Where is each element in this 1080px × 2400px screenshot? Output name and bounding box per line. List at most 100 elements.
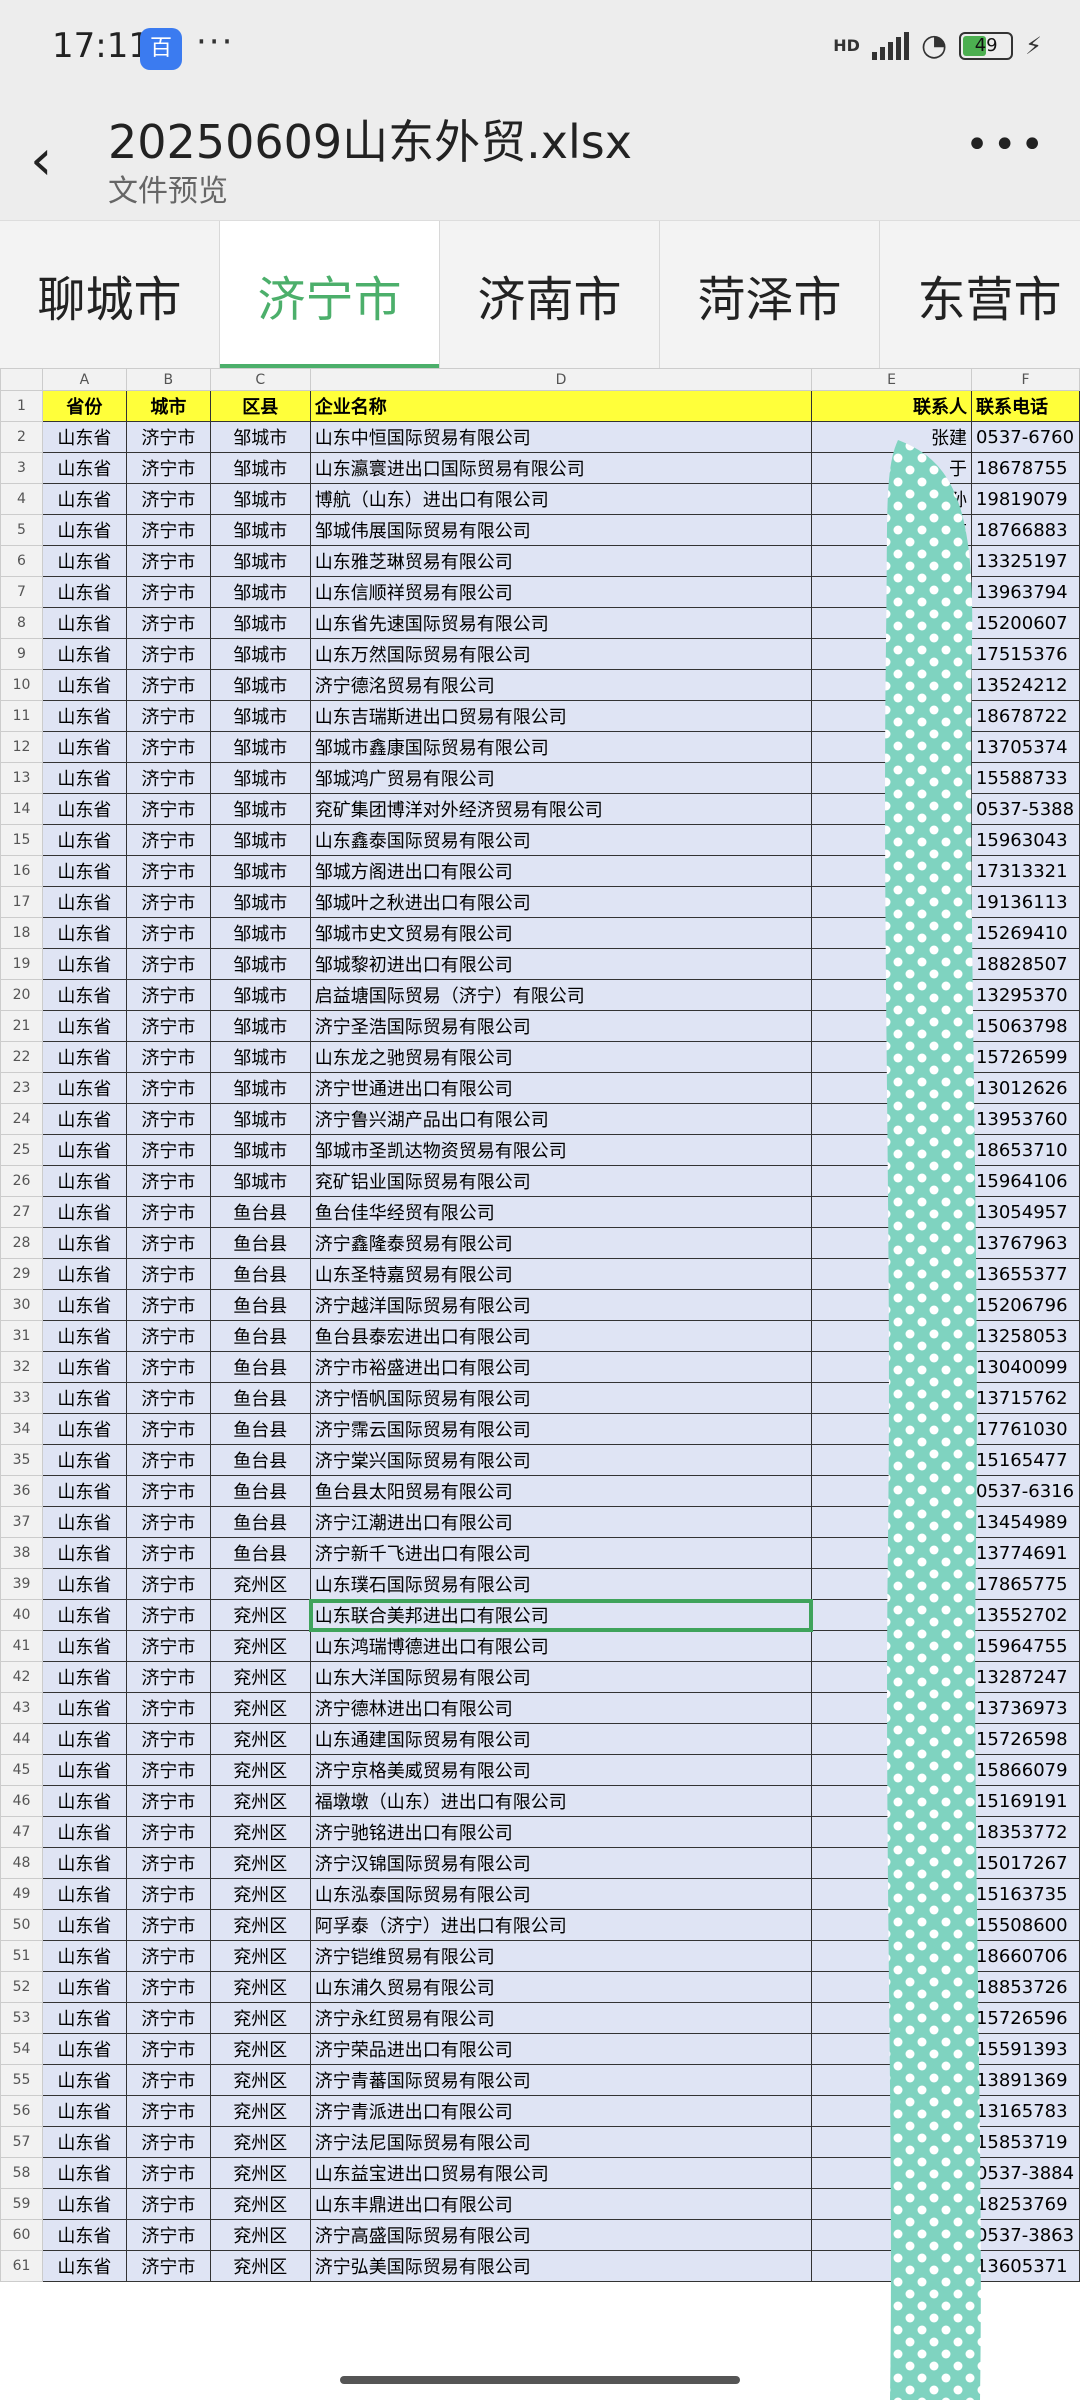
table-cell[interactable]: 兖州区: [209, 1661, 311, 1693]
row-number[interactable]: 13: [0, 762, 43, 794]
table-cell[interactable]: 邹城市: [209, 452, 311, 484]
table-cell[interactable]: 徐: [811, 545, 972, 577]
row-number[interactable]: 58: [0, 2157, 43, 2189]
table-cell[interactable]: 济宁市: [125, 1444, 211, 1476]
table-cell[interactable]: 兖州区: [209, 1754, 311, 1786]
table-cell[interactable]: 15200607: [970, 607, 1080, 639]
table-cell[interactable]: 山东龙之驰贸易有限公司: [309, 1041, 813, 1073]
table-cell[interactable]: 张: [811, 1568, 972, 1600]
table-cell[interactable]: 兖州区: [209, 2188, 311, 2220]
table-cell[interactable]: 济宁法尼国际贸易有限公司: [309, 2126, 813, 2158]
table-cell[interactable]: 邹城鸿广贸易有限公司: [309, 762, 813, 794]
table-cell[interactable]: 王: [811, 2064, 972, 2096]
table-cell[interactable]: 山东璞石国际贸易有限公司: [309, 1568, 813, 1600]
table-cell[interactable]: 15963043: [970, 824, 1080, 856]
table-cell[interactable]: 济宁市: [125, 2157, 211, 2189]
table-cell[interactable]: 15169191: [970, 1785, 1080, 1817]
table-cell[interactable]: 山东省: [41, 948, 127, 980]
table-cell[interactable]: 山东省: [41, 2250, 127, 2282]
table-cell[interactable]: 山东省: [41, 979, 127, 1011]
column-letter[interactable]: E: [811, 368, 972, 391]
row-number[interactable]: 41: [0, 1630, 43, 1662]
table-cell[interactable]: 济宁市: [125, 452, 211, 484]
row-number[interactable]: 11: [0, 700, 43, 732]
table-cell[interactable]: 济宁市: [125, 1072, 211, 1104]
table-cell[interactable]: 邹城市鑫康国际贸易有限公司: [309, 731, 813, 763]
table-cell[interactable]: 济宁市: [125, 1754, 211, 1786]
table-cell[interactable]: 济宁市: [125, 1041, 211, 1073]
table-cell[interactable]: 济宁市: [125, 1661, 211, 1693]
table-cell[interactable]: 山东丰鼎进出口有限公司: [309, 2188, 813, 2220]
table-cell[interactable]: 济宁市: [125, 1630, 211, 1662]
table-cell[interactable]: 邹城叶之秋进出口有限公司: [309, 886, 813, 918]
table-cell[interactable]: 山东省: [41, 2157, 127, 2189]
table-cell[interactable]: 济宁市: [125, 1971, 211, 2003]
table-cell[interactable]: 15163735: [970, 1878, 1080, 1910]
table-cell[interactable]: 15165477: [970, 1444, 1080, 1476]
table-cell[interactable]: 山东省: [41, 762, 127, 794]
table-cell[interactable]: 山东省: [41, 669, 127, 701]
row-number[interactable]: 26: [0, 1165, 43, 1197]
corner-cell[interactable]: [0, 368, 43, 391]
table-cell[interactable]: 15508600: [970, 1909, 1080, 1941]
table-cell[interactable]: 济宁霈云国际贸易有限公司: [309, 1413, 813, 1445]
table-cell[interactable]: 济宁江潮进出口有限公司: [309, 1506, 813, 1538]
table-cell[interactable]: 13605371: [970, 2250, 1080, 2282]
table-cell[interactable]: 兖州区: [209, 1723, 311, 1755]
table-cell[interactable]: 山东中恒国际贸易有限公司: [309, 421, 813, 453]
table-cell[interactable]: 济宁市: [125, 824, 211, 856]
table-cell[interactable]: 13715762: [970, 1382, 1080, 1414]
table-cell[interactable]: 邹城市: [209, 1165, 311, 1197]
table-cell[interactable]: 鱼台县: [209, 1196, 311, 1228]
table-cell[interactable]: 兖州区: [209, 2219, 311, 2251]
row-number[interactable]: 22: [0, 1041, 43, 1073]
table-cell[interactable]: 15588733: [970, 762, 1080, 794]
row-number[interactable]: 52: [0, 1971, 43, 2003]
table-cell[interactable]: 鱼台县: [209, 1289, 311, 1321]
table-cell[interactable]: 济宁市: [125, 514, 211, 546]
table-cell[interactable]: 鱼台县: [209, 1258, 311, 1290]
table-cell[interactable]: 13552702: [970, 1599, 1080, 1631]
row-number[interactable]: 38: [0, 1537, 43, 1569]
table-cell[interactable]: 山东省: [41, 576, 127, 608]
table-cell[interactable]: 济宁市: [125, 1134, 211, 1166]
table-cell[interactable]: 高: [811, 2219, 972, 2251]
table-cell[interactable]: 兖州区: [209, 2126, 311, 2158]
table-cell[interactable]: 兖州区: [209, 2250, 311, 2282]
table-cell[interactable]: 柳: [811, 638, 972, 670]
table-cell[interactable]: 15726598: [970, 1723, 1080, 1755]
table-cell[interactable]: 邹城市: [209, 917, 311, 949]
table-cell[interactable]: 山东省: [41, 1227, 127, 1259]
table-cell[interactable]: 山东圣特嘉贸易有限公司: [309, 1258, 813, 1290]
sheet-tab[interactable]: 菏泽市: [660, 221, 880, 369]
header-cell[interactable]: 联系人: [811, 390, 972, 422]
table-cell[interactable]: 邹城市: [209, 886, 311, 918]
table-cell[interactable]: 山东鑫泰国际贸易有限公司: [309, 824, 813, 856]
table-cell[interactable]: 济宁市: [125, 1785, 211, 1817]
table-cell[interactable]: 济宁市: [125, 2002, 211, 2034]
table-cell[interactable]: 邹城市史文贸易有限公司: [309, 917, 813, 949]
table-cell[interactable]: 济宁市: [125, 1816, 211, 1848]
table-cell[interactable]: 兖州区: [209, 2033, 311, 2065]
header-cell[interactable]: 企业名称: [309, 390, 813, 422]
row-number[interactable]: 10: [0, 669, 43, 701]
column-letter[interactable]: F: [970, 368, 1080, 391]
table-cell[interactable]: 朱: [811, 2002, 972, 2034]
row-number[interactable]: 48: [0, 1847, 43, 1879]
table-cell[interactable]: 邹城市: [209, 607, 311, 639]
row-number[interactable]: 20: [0, 979, 43, 1011]
table-cell[interactable]: 18853726: [970, 1971, 1080, 2003]
table-cell[interactable]: 邹城市: [209, 762, 311, 794]
table-cell[interactable]: 山东省: [41, 2064, 127, 2096]
table-cell[interactable]: 济宁市: [125, 1196, 211, 1228]
table-cell[interactable]: 济宁市: [125, 1289, 211, 1321]
row-number[interactable]: 27: [0, 1196, 43, 1228]
table-cell[interactable]: 济宁市: [125, 1878, 211, 1910]
table-cell[interactable]: 山东省: [41, 1661, 127, 1693]
row-number[interactable]: 42: [0, 1661, 43, 1693]
table-cell[interactable]: 济宁市: [125, 948, 211, 980]
table-cell[interactable]: 兖州区: [209, 2095, 311, 2127]
table-cell[interactable]: 山东省: [41, 2095, 127, 2127]
table-cell[interactable]: [811, 917, 972, 949]
table-cell[interactable]: 济宁市: [125, 731, 211, 763]
